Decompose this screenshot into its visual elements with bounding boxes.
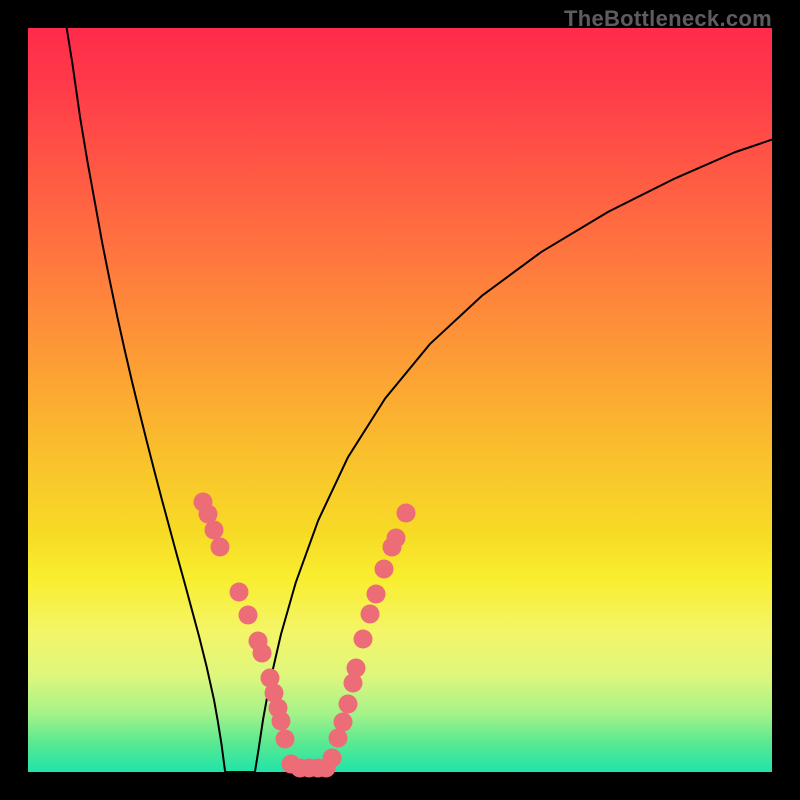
data-point	[397, 504, 416, 523]
plot-area	[28, 28, 772, 772]
data-point	[375, 560, 394, 579]
data-point	[367, 585, 386, 604]
data-point	[334, 713, 353, 732]
data-point	[387, 529, 406, 548]
data-point	[205, 521, 224, 540]
data-point	[361, 605, 380, 624]
data-point	[339, 695, 358, 714]
data-point	[230, 583, 249, 602]
data-point	[323, 749, 342, 768]
chart-container: TheBottleneck.com	[0, 0, 800, 800]
data-point	[211, 538, 230, 557]
data-point	[272, 712, 291, 731]
marker-group	[194, 493, 416, 778]
watermark: TheBottleneck.com	[564, 6, 772, 32]
curve-group	[67, 28, 772, 772]
bottleneck-curve	[67, 28, 772, 772]
data-point	[253, 644, 272, 663]
chart-svg	[28, 28, 772, 772]
data-point	[354, 630, 373, 649]
data-point	[276, 730, 295, 749]
data-point	[347, 659, 366, 678]
data-point	[239, 606, 258, 625]
